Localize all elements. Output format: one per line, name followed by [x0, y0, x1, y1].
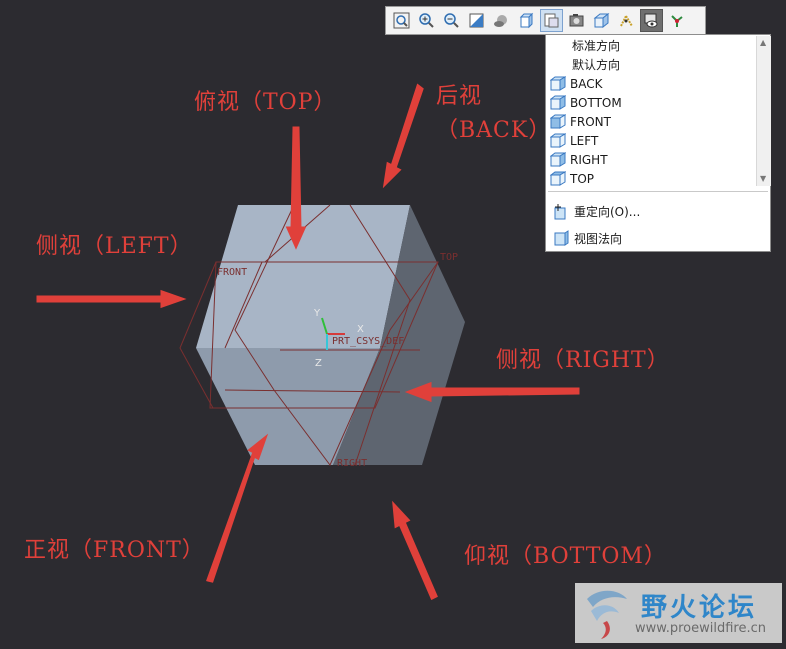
zoom-fit-button[interactable]	[390, 9, 413, 32]
view-item-top[interactable]: TOP	[550, 169, 754, 188]
reorient-icon	[554, 203, 566, 219]
forum-logo-icon	[587, 590, 627, 639]
datum-label-top: TOP	[440, 252, 458, 263]
csys-label: PRT_CSYS_DEF	[332, 336, 404, 347]
view-item-left[interactable]: LEFT	[550, 131, 754, 150]
reorient-menu-item[interactable]: 重定向(O)...	[552, 201, 640, 221]
view-manager-icon	[519, 12, 534, 29]
datum-display-button[interactable]	[615, 9, 638, 32]
view-item-label: RIGHT	[570, 152, 608, 167]
annotation-right: 侧视（RIGHT）	[496, 348, 670, 373]
axis-label-z: Z	[315, 358, 322, 369]
view-normal-menu-item[interactable]: 视图法向	[552, 228, 622, 248]
annotation-front: 正视（FRONT）	[24, 538, 205, 563]
view-cube-icon	[550, 95, 566, 110]
view-toolbar	[385, 6, 706, 35]
view-normal-icon	[554, 229, 569, 246]
show-hide-button[interactable]	[640, 9, 663, 32]
view-item-label: BOTTOM	[570, 95, 622, 110]
view-cube-icon	[550, 114, 566, 129]
view-item-bottom[interactable]: BOTTOM	[550, 93, 754, 112]
scroll-down-icon[interactable]: ▼	[760, 174, 766, 183]
repaint-button[interactable]	[465, 9, 488, 32]
zoom-out-icon	[444, 13, 459, 28]
zoom-in-button[interactable]	[415, 9, 438, 32]
annotation-left: 侧视（LEFT）	[36, 234, 193, 259]
annotation-back-2: （BACK）	[436, 118, 552, 143]
menu-separator	[548, 191, 768, 192]
view-item-default[interactable]: 默认方向	[550, 55, 754, 74]
watermark: 野火论坛 www.proewildfire.cn	[575, 583, 782, 643]
spin-center-button[interactable]	[665, 9, 688, 32]
appearance-button[interactable]	[565, 9, 588, 32]
view-cube-icon	[550, 152, 566, 167]
saved-views-icon	[544, 13, 559, 28]
view-item-back[interactable]: BACK	[550, 74, 754, 93]
view-item-label: TOP	[570, 171, 595, 186]
view-normal-label: 视图法向	[574, 231, 623, 246]
view-cube-icon	[550, 133, 566, 148]
reorient-label: 重定向(O)...	[574, 204, 641, 219]
repaint-icon	[469, 13, 484, 28]
view-cube-icon	[550, 76, 566, 91]
perspective-button[interactable]	[590, 9, 613, 32]
annotation-top: 俯视（TOP）	[194, 90, 337, 115]
view-item-label: 默认方向	[572, 58, 621, 72]
perspective-icon	[593, 12, 610, 29]
arrow-top	[285, 126, 307, 250]
arrow-bottom	[392, 500, 438, 601]
view-item-label: BACK	[570, 76, 603, 91]
axis-label-x: X	[357, 324, 364, 335]
camera-icon	[569, 14, 584, 27]
view-item-label: 标准方向	[572, 39, 621, 53]
display-style-icon	[494, 15, 507, 27]
datum-label-right: RIGHT	[337, 458, 367, 469]
view-item-right[interactable]: RIGHT	[550, 150, 754, 169]
view-item-standard[interactable]: 标准方向	[550, 36, 754, 55]
datum-display-icon	[620, 15, 633, 27]
spin-center-icon	[671, 15, 683, 27]
view-manager-button[interactable]	[515, 9, 538, 32]
zoom-out-button[interactable]	[440, 9, 463, 32]
view-cube-icon	[550, 171, 566, 186]
axis-label-y: Y	[313, 308, 321, 319]
annotation-bottom: 仰视（BOTTOM）	[464, 544, 667, 569]
saved-views-button[interactable]	[540, 9, 563, 32]
saved-views-menu: 标准方向 默认方向 BACK BOTTOM FRONT LEFT RIGHT T…	[545, 34, 771, 252]
watermark-title: 野火论坛	[641, 593, 758, 623]
view-item-label: LEFT	[570, 133, 599, 148]
saved-views-list: 标准方向 默认方向 BACK BOTTOM FRONT LEFT RIGHT T…	[546, 35, 756, 187]
datum-label-front: FRONT	[217, 267, 247, 278]
arrow-left	[36, 289, 187, 309]
scroll-up-icon[interactable]: ▲	[760, 38, 766, 47]
show-hide-icon	[644, 13, 658, 28]
arrow-back	[382, 83, 424, 189]
watermark-url: www.proewildfire.cn	[635, 621, 766, 636]
view-item-front[interactable]: FRONT	[550, 112, 754, 131]
menu-scrollbar[interactable]: ▲ ▼	[756, 36, 771, 186]
view-item-label: FRONT	[570, 114, 611, 129]
annotation-back-1: 后视	[436, 84, 483, 109]
zoom-fit-icon	[393, 12, 410, 29]
zoom-in-icon	[419, 13, 434, 28]
display-style-button[interactable]	[490, 9, 513, 32]
